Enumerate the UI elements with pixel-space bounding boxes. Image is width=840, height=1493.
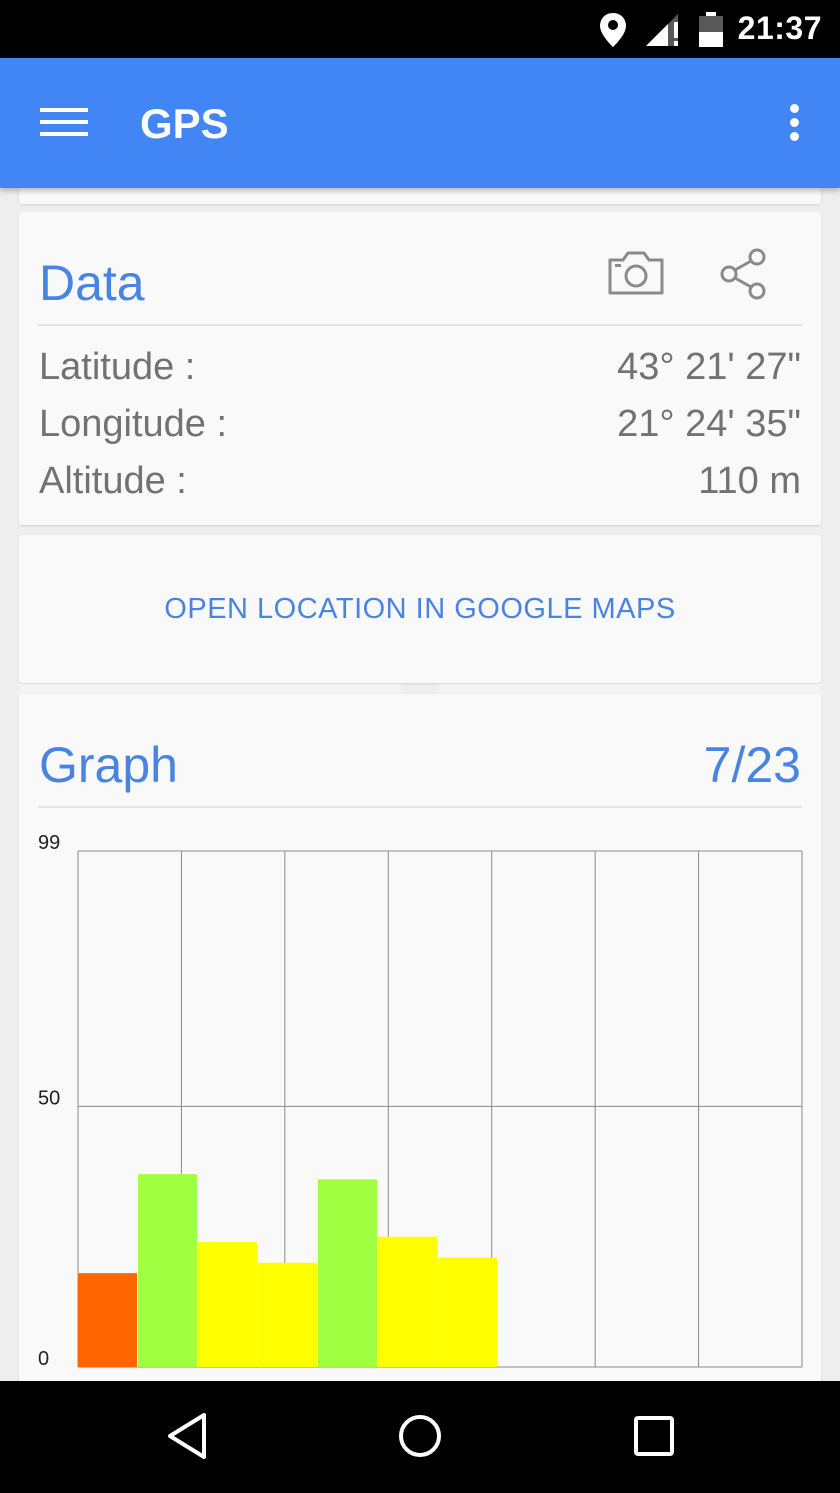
altitude-value: 110 m bbox=[698, 460, 801, 502]
chart-y-tick-label: 99 bbox=[38, 832, 60, 854]
chart-bar bbox=[198, 1241, 257, 1367]
location-icon bbox=[598, 12, 628, 53]
graph-card: Graph 7/23 99 50 0 bbox=[19, 694, 821, 1394]
status-bar: 21:37 bbox=[0, 0, 840, 58]
share-icon[interactable] bbox=[719, 248, 769, 305]
longitude-value: 21° 24' 35" bbox=[617, 403, 801, 445]
hamburger-menu-icon[interactable] bbox=[40, 108, 90, 138]
chart-y-tick-label: 50 bbox=[38, 1087, 60, 1109]
camera-icon[interactable] bbox=[607, 250, 665, 301]
home-icon[interactable] bbox=[396, 1411, 444, 1466]
chart-bar bbox=[438, 1257, 497, 1367]
longitude-label: Longitude : bbox=[39, 403, 228, 445]
battery-icon bbox=[698, 12, 724, 53]
chart-bar bbox=[258, 1262, 317, 1367]
maps-card: OPEN LOCATION IN GOOGLE MAPS bbox=[19, 535, 821, 683]
latitude-label: Latitude : bbox=[39, 346, 196, 388]
chart-bar bbox=[378, 1236, 437, 1367]
recents-icon[interactable] bbox=[632, 1411, 676, 1466]
app-bar: GPS bbox=[0, 58, 840, 188]
latitude-value: 43° 21' 27" bbox=[617, 346, 801, 388]
altitude-label: Altitude : bbox=[39, 460, 187, 502]
chart-y-tick-label: 0 bbox=[38, 1348, 49, 1370]
data-card: Data Latitude : 43° 21' 27" Longitude : … bbox=[19, 212, 821, 525]
status-time: 21:37 bbox=[737, 10, 822, 46]
navigation-bar bbox=[0, 1381, 840, 1493]
chart-bar bbox=[78, 1273, 137, 1367]
app-title: GPS bbox=[140, 100, 229, 147]
data-card-divider bbox=[38, 324, 802, 326]
signal-icon bbox=[644, 12, 684, 53]
chart-bar bbox=[138, 1174, 197, 1367]
card-gap-right bbox=[439, 684, 821, 694]
back-icon[interactable] bbox=[164, 1411, 210, 1466]
chart-bar bbox=[318, 1179, 377, 1367]
open-in-google-maps-button[interactable]: OPEN LOCATION IN GOOGLE MAPS bbox=[19, 593, 821, 626]
satellite-signal-chart: 99 50 0 bbox=[38, 832, 803, 1370]
card-gap-left bbox=[19, 684, 401, 694]
data-card-heading: Data bbox=[39, 255, 145, 311]
more-vert-icon[interactable] bbox=[788, 104, 800, 144]
